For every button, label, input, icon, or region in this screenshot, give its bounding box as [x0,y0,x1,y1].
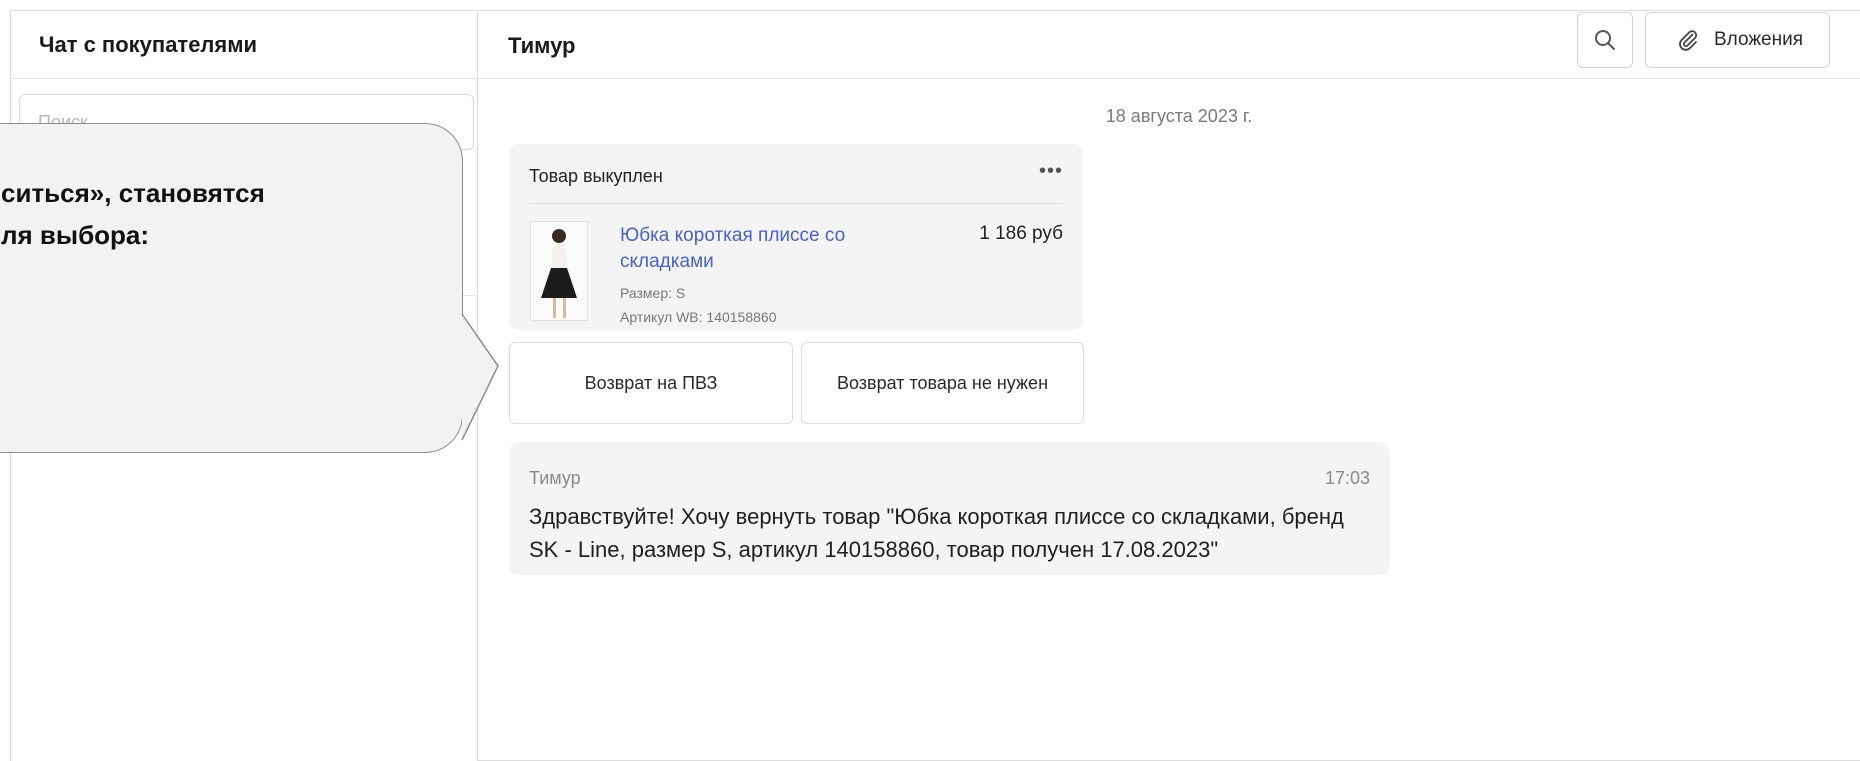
search-icon [1595,30,1615,50]
product-price: 1 186 руб [979,223,1063,244]
callout-line-1: ситься», становятся [1,178,265,208]
product-size: Размер: S [620,285,686,301]
search-button[interactable] [1577,12,1633,68]
sidebar-title: Чат с покупателями [39,31,258,57]
date-separator: 18 августа 2023 г. [1105,106,1253,126]
product-link[interactable]: Юбка короткая плиссе со складками [620,223,880,275]
product-image [531,222,587,320]
product-article: Артикул WB: 140158860 [620,309,777,325]
callout-line-2: ля выбора: [1,220,150,250]
more-menu-icon[interactable]: ••• [1039,160,1063,183]
message-author: Тимур [529,468,581,488]
message-time: 17:03 [1324,468,1370,488]
paperclip-icon [1679,30,1698,51]
chat-title: Тимур [508,33,576,58]
return-to-pvz-button[interactable]: Возврат на ПВЗ [509,342,793,424]
sidebar-header: Чат с покупателями [11,11,477,79]
divider [529,203,1063,204]
order-status: Товар выкуплен [529,166,663,186]
product-card: Товар выкуплен ••• Юбка короткая плиссе … [509,144,1083,330]
callout-bubble: ситься», становятся ля выбора: [0,123,463,453]
message-text: Здравствуйте! Хочу вернуть товар "Юбка к… [529,504,1344,562]
product-thumbnail[interactable] [530,221,588,321]
chat-header: Тимур Вложения [478,11,1860,79]
app-frame: Чат с покупателями ситься», становятся л… [0,0,1860,761]
attachments-label: Вложения [1714,29,1803,50]
attachments-button[interactable]: Вложения [1645,12,1830,68]
chat-panel: Тимур Вложения 18 августа 2023 г. Товар … [478,10,1860,761]
return-not-needed-button[interactable]: Возврат товара не нужен [801,342,1084,424]
message-bubble: Тимур 17:03 Здравствуйте! Хочу вернуть т… [509,442,1390,575]
